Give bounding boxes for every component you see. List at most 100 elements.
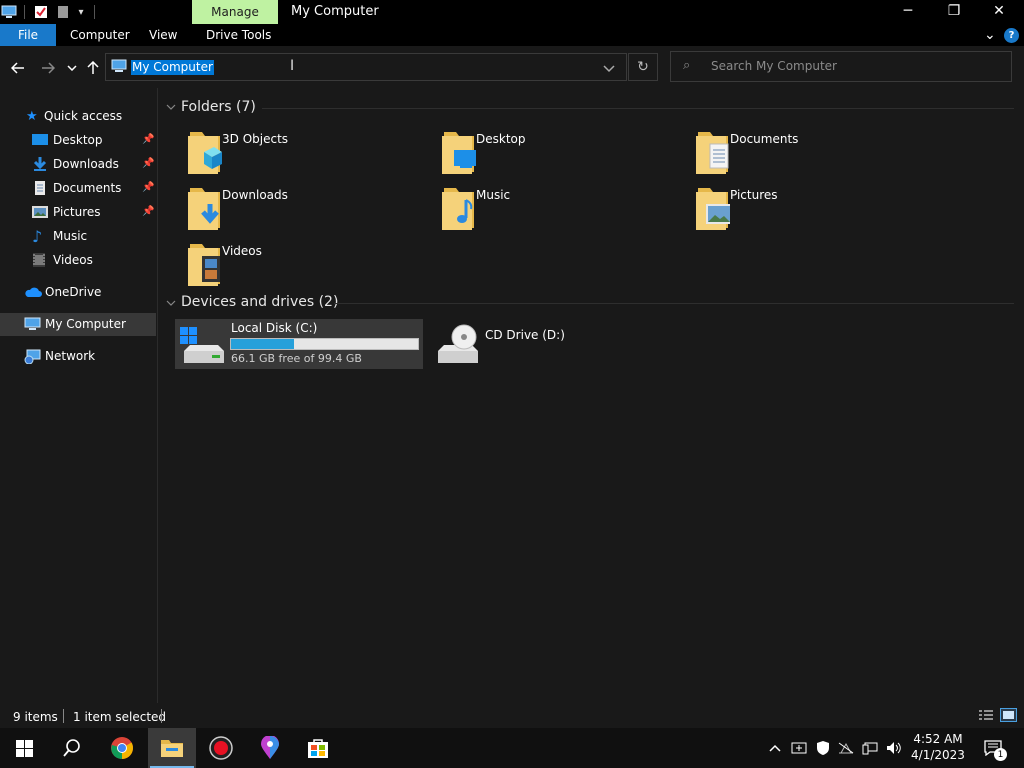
document-icon: [35, 181, 45, 195]
chrome-taskbar-button[interactable]: [98, 728, 146, 768]
sidebar-item-music[interactable]: ♪ Music: [32, 225, 87, 247]
record-icon: [209, 736, 233, 760]
defender-shield-icon[interactable]: [813, 738, 833, 758]
back-button[interactable]: [8, 58, 28, 78]
cloud-icon: [25, 287, 42, 297]
clock[interactable]: 4:52 AM 4/1/2023: [909, 731, 967, 763]
selection-count: 1 item selected: [73, 710, 167, 724]
address-input[interactable]: My Computer: [131, 60, 214, 75]
store-bag-icon: [308, 739, 328, 758]
tray-monitor-icon[interactable]: [789, 738, 809, 758]
folder-documents-icon: [696, 132, 729, 174]
folder-downloads[interactable]: Downloads: [176, 186, 416, 238]
ribbon-collapse-icon[interactable]: ⌄: [984, 24, 996, 46]
refresh-button[interactable]: ↻: [628, 53, 658, 81]
sidebar-item-label: My Computer: [45, 317, 126, 331]
restore-icon: ❐: [947, 3, 961, 19]
tab-computer[interactable]: Computer: [70, 24, 130, 46]
pin-icon: 📌: [142, 134, 155, 145]
help-button[interactable]: ?: [1004, 24, 1019, 46]
show-hidden-icons-button[interactable]: [765, 738, 785, 758]
text-cursor-icon: I: [290, 58, 295, 74]
folder-documents[interactable]: Documents: [684, 130, 924, 182]
start-button[interactable]: [0, 728, 48, 768]
chevron-down-icon: [603, 65, 615, 73]
up-button[interactable]: [83, 58, 103, 78]
status-bar: 9 items 1 item selected: [0, 703, 1024, 728]
drive-free-space: 66.1 GB free of 99.4 GB: [231, 352, 362, 365]
properties-icon[interactable]: [32, 3, 50, 21]
sidebar-item-network[interactable]: Network: [24, 345, 95, 367]
tab-drive-tools[interactable]: Drive Tools: [206, 24, 271, 46]
drive-local-disk-c[interactable]: Local Disk (C:) 66.1 GB free of 99.4 GB: [175, 319, 423, 369]
search-icon: ⌕: [683, 58, 691, 73]
drive-usage-bar: [230, 338, 419, 350]
network-status-icon[interactable]: [860, 738, 880, 758]
sidebar-item-label: Pictures: [53, 205, 101, 219]
drive-usage-fill: [231, 339, 294, 349]
tray-disconnected-icon[interactable]: [836, 738, 856, 758]
sidebar-item-desktop[interactable]: Desktop: [32, 129, 103, 151]
folder-music[interactable]: Music: [430, 186, 670, 238]
sidebar-item-label: Quick access: [44, 109, 123, 123]
store-taskbar-button[interactable]: [294, 728, 342, 768]
forward-arrow-icon: [42, 62, 55, 74]
close-icon: ✕: [993, 3, 1005, 19]
restore-button[interactable]: ❐: [931, 0, 977, 22]
manage-context-tab[interactable]: Manage: [192, 0, 278, 24]
clock-date: 4/1/2023: [911, 748, 965, 762]
up-arrow-icon: [87, 61, 99, 74]
devices-group-header: Devices and drives (2): [181, 294, 339, 310]
sidebar-item-documents[interactable]: Documents: [32, 177, 121, 199]
sidebar-item-my-computer[interactable]: My Computer: [24, 313, 126, 335]
folder-pictures[interactable]: Pictures: [684, 186, 924, 238]
address-dropdown-button[interactable]: [603, 62, 615, 76]
recorder-taskbar-button[interactable]: [197, 728, 245, 768]
sidebar-item-downloads[interactable]: Downloads: [32, 153, 119, 175]
network-icon: [24, 349, 41, 364]
folder-music-icon: [442, 188, 474, 230]
search-button[interactable]: [48, 728, 96, 768]
file-explorer-taskbar-button[interactable]: [148, 728, 196, 768]
minimize-icon: ─: [903, 3, 913, 19]
search-input[interactable]: Search My Computer: [711, 59, 837, 73]
computer-icon[interactable]: [0, 3, 18, 21]
minimize-button[interactable]: ─: [885, 0, 931, 22]
tab-view[interactable]: View: [149, 24, 177, 46]
desktop-icon: [32, 134, 48, 145]
maps-taskbar-button[interactable]: [246, 728, 294, 768]
cd-drive-icon: [438, 324, 478, 363]
folders-group-toggle[interactable]: [166, 100, 176, 114]
recent-locations-button[interactable]: [62, 58, 82, 78]
new-folder-icon[interactable]: [55, 3, 71, 21]
drive-cd-d[interactable]: CD Drive (D:): [430, 319, 678, 369]
item-count: 9 items: [13, 710, 58, 724]
pin-icon: 📌: [142, 158, 155, 169]
large-icons-view-icon: [1003, 711, 1014, 719]
folder-desktop[interactable]: Desktop: [430, 130, 670, 182]
map-pin-icon: [261, 736, 279, 759]
forward-button[interactable]: [38, 58, 58, 78]
folder-label: Pictures: [730, 188, 778, 202]
sidebar-item-label: Documents: [53, 181, 122, 195]
sidebar-item-pictures[interactable]: Pictures: [32, 201, 101, 223]
sidebar-item-videos[interactable]: Videos: [32, 249, 93, 271]
large-icons-view-button[interactable]: [1000, 708, 1017, 722]
tab-file[interactable]: File: [0, 24, 56, 46]
window-title: My Computer: [291, 4, 379, 19]
title-bar: ▾ Manage My Computer ─ ❐ ✕: [0, 0, 1024, 24]
folder-label: Documents: [730, 132, 799, 146]
folder-videos[interactable]: Videos: [176, 242, 416, 294]
divider: [63, 709, 64, 723]
devices-group-toggle[interactable]: [166, 296, 176, 310]
close-button[interactable]: ✕: [976, 0, 1022, 22]
drive-name: CD Drive (D:): [485, 328, 565, 342]
music-note-icon: ♪: [32, 226, 43, 246]
volume-icon[interactable]: [884, 738, 904, 758]
customize-quick-access-icon[interactable]: ▾: [74, 3, 88, 21]
taskbar: 4:52 AM 4/1/2023 1: [0, 728, 1024, 768]
details-view-button[interactable]: [979, 709, 995, 721]
sidebar-item-quick-access[interactable]: ★ Quick access: [26, 105, 122, 127]
folder-3d-objects[interactable]: 3D Objects: [176, 130, 416, 182]
sidebar-item-onedrive[interactable]: OneDrive: [24, 281, 101, 303]
